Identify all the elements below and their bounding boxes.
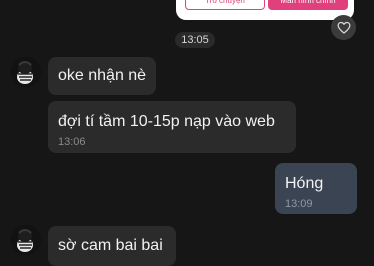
avatar[interactable] — [11, 57, 41, 87]
date-separator-label: 13:05 — [175, 32, 215, 48]
message-text: Hóng — [285, 175, 324, 192]
message-bubble-incoming[interactable]: sờ cam bai bai — [48, 226, 176, 266]
message-text: đợi tí tầm 10-15p nạp vào web — [58, 113, 275, 130]
date-separator: 13:05 — [0, 32, 374, 48]
avatar-image — [11, 225, 41, 255]
message-time: 13:09 — [285, 198, 313, 210]
message-text: sờ cam bai bai — [58, 237, 163, 254]
home-screen-button[interactable]: Màn hình chính — [268, 0, 348, 10]
message-bubble-incoming[interactable]: oke nhận nè — [48, 57, 156, 95]
message-bubble-incoming[interactable]: đợi tí tầm 10-15p nạp vào web 13:06 — [48, 101, 296, 153]
message-time: 13:06 — [58, 136, 86, 148]
avatar-image — [11, 57, 41, 87]
avatar[interactable] — [11, 225, 41, 255]
top-action-card: Trò chuyện Màn hình chính — [176, 0, 354, 20]
message-bubble-outgoing[interactable]: Hóng 13:09 — [275, 163, 357, 214]
chat-button[interactable]: Trò chuyện — [185, 0, 265, 10]
message-text: oke nhận nè — [58, 67, 147, 84]
